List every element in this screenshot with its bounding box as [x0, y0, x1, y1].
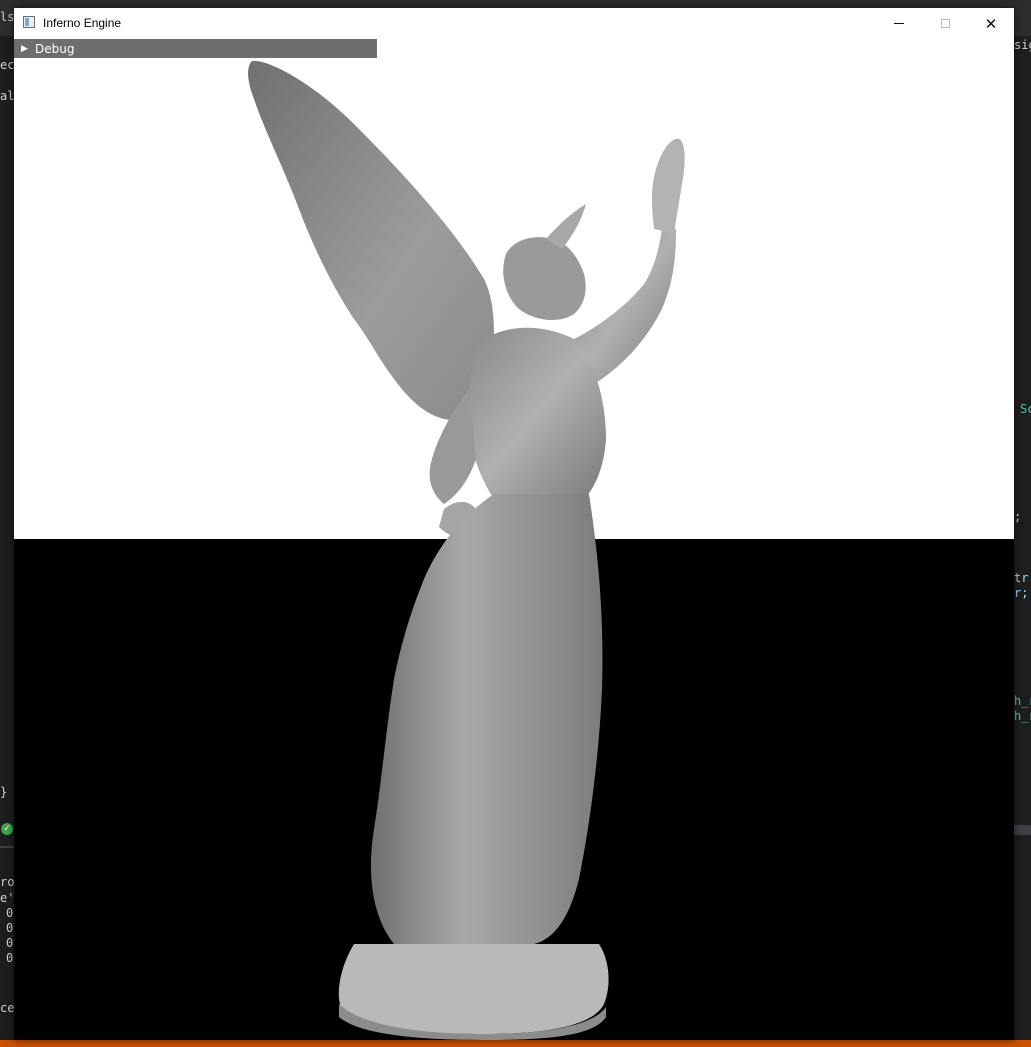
build-success-icon: ✓: [1, 823, 13, 835]
ide-right-code-strip: sigh Sc ; tr; r; h_r h_r: [1014, 0, 1031, 1047]
ide-text-fragment: Sc: [1020, 402, 1031, 416]
statue-head: [503, 237, 586, 321]
ide-text-fragment: h_r: [1014, 709, 1031, 723]
ide-scrollbar[interactable]: [1014, 825, 1031, 835]
ide-text-fragment: ce: [0, 1001, 14, 1015]
close-button[interactable]: ✕: [968, 8, 1014, 39]
ide-text-fragment: }: [0, 785, 8, 799]
debug-panel-label: Debug: [35, 41, 75, 56]
minimize-icon: [894, 23, 904, 24]
debug-panel-header[interactable]: ▶ Debug: [14, 39, 377, 58]
maximize-button[interactable]: [922, 8, 968, 39]
ide-text-fragment: sigh: [1014, 38, 1031, 52]
ide-text-fragment: e': [0, 891, 14, 905]
statue-base: [338, 944, 609, 1034]
collapse-arrow-icon[interactable]: ▶: [21, 44, 31, 54]
close-icon: ✕: [984, 14, 998, 33]
ide-status-bar: [0, 1040, 1031, 1047]
winged-statue-render: [248, 60, 685, 1040]
ide-text-fragment: r;: [1014, 586, 1029, 600]
ide-text-fragment: ro: [0, 875, 14, 889]
minimize-button[interactable]: [876, 8, 922, 39]
ide-text-fragment: al: [0, 89, 14, 103]
ide-text-fragment: 0: [6, 921, 14, 935]
ide-left-code-strip: ls ec al } ro e' 0 0 0 0 ce: [0, 0, 14, 1047]
render-viewport[interactable]: ▶ Debug: [14, 39, 1014, 1040]
window-title: Inferno Engine: [43, 16, 122, 30]
ide-text-fragment: tr;: [1014, 571, 1031, 585]
engine-window: Inferno Engine ✕ ▶ Debug: [14, 8, 1014, 1040]
ide-text-fragment: h_r: [1014, 694, 1031, 708]
ide-text-fragment: ;: [1014, 510, 1022, 524]
statue-hair-horn: [546, 204, 586, 249]
ide-text-fragment: 0: [6, 951, 14, 965]
ide-text-fragment: 0: [6, 936, 14, 950]
statue-robe: [370, 494, 603, 944]
title-bar[interactable]: Inferno Engine ✕: [14, 8, 1014, 39]
ide-panel-divider: [0, 846, 14, 848]
ide-text-fragment: ec: [0, 58, 14, 72]
maximize-icon: [940, 19, 950, 28]
statue-raised-arm: [574, 229, 676, 384]
statue-wing: [248, 60, 494, 420]
app-window-icon: [23, 16, 35, 28]
ide-text-fragment: ls: [0, 10, 14, 24]
statue-torch: [652, 138, 685, 234]
ide-text-fragment: 0: [6, 906, 14, 920]
